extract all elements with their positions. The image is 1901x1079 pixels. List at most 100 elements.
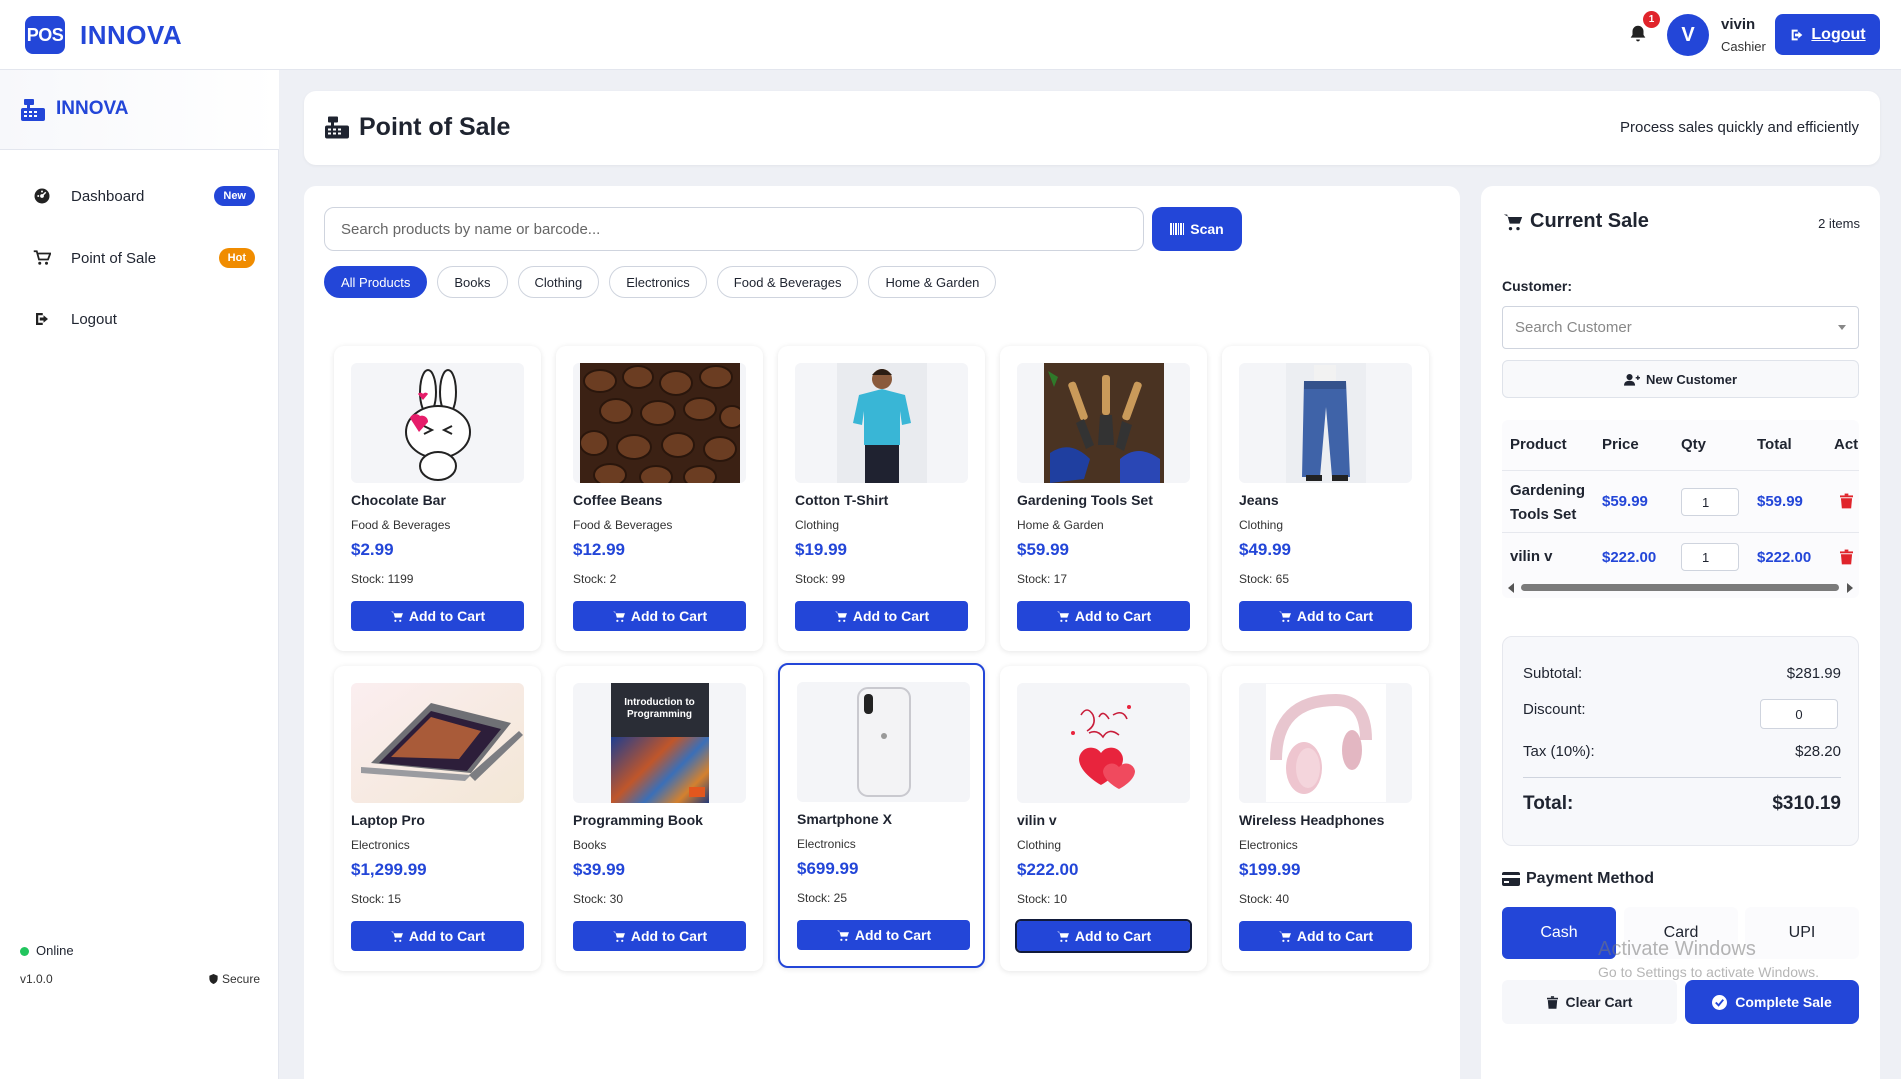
sidebar-item-label: Logout [71,310,117,328]
complete-sale-button[interactable]: Complete Sale [1685,980,1859,1024]
total-row: Total: $310.19 [1523,793,1841,815]
sidebar-item-label: Dashboard [71,187,145,205]
category-chip-books[interactable]: Books [437,266,508,298]
product-category: Books [573,838,607,852]
product-card[interactable]: Laptop Pro Electronics $1,299.99 Stock: … [334,666,541,971]
add-to-cart-button[interactable]: Add to Cart [573,921,746,951]
product-category: Clothing [1017,838,1062,852]
cart-item-count: 2 items [1818,216,1860,231]
app-name: INNOVA [80,20,183,50]
cart-row: vilin v $222.00 1 $222.00 [1502,532,1859,580]
customer-select-placeholder: Search Customer [1515,319,1632,336]
secure-label: Secure [222,972,261,986]
add-to-cart-button[interactable]: Add to Cart [1017,601,1190,631]
cart-product-name: vilin v [1510,548,1553,565]
product-card[interactable]: Gardening Tools Set Home & Garden $59.99… [1000,346,1207,651]
add-to-cart-button[interactable]: Add to Cart [1239,921,1412,951]
subtotal-row: Subtotal: $281.99 [1523,665,1841,682]
product-name: Cotton T-Shirt [795,492,889,508]
category-chip-electronics[interactable]: Electronics [609,266,707,298]
product-card[interactable]: Chocolate Bar Food & Beverages $2.99 Sto… [334,346,541,651]
product-stock: Stock: 15 [351,892,402,906]
cash-register-icon [325,116,349,139]
product-card[interactable]: Jeans Clothing $49.99 Stock: 65 Add to C… [1222,346,1429,651]
column-header-total: Total [1757,436,1792,453]
tshirt-model-image [836,363,927,483]
tax-value: $28.20 [1795,743,1841,760]
cart-icon [1056,611,1069,622]
trash-icon[interactable] [1840,549,1853,565]
payment-upi-button[interactable]: UPI [1745,907,1859,959]
horizontal-scrollbar[interactable] [1507,582,1854,593]
scan-button[interactable]: Scan [1152,207,1242,251]
category-filter: All Products Books Clothing Electronics … [324,266,997,298]
product-search-input[interactable] [324,207,1144,251]
column-header-product: Product [1510,436,1567,453]
clear-cart-button[interactable]: Clear Cart [1502,980,1677,1024]
scroll-left-icon[interactable] [1507,583,1515,593]
clear-cart-label: Clear Cart [1565,994,1633,1010]
payment-method-title: Payment Method [1502,870,1654,888]
cart-icon [1278,611,1291,622]
product-category: Food & Beverages [573,518,673,532]
cart-product-name: Gardening Tools Set [1510,482,1586,523]
trash-icon[interactable] [1840,493,1853,509]
add-to-cart-button[interactable]: Add to Cart [795,601,968,631]
sidebar-item-label: Point of Sale [71,249,157,267]
add-to-cart-button[interactable]: Add to Cart [797,920,970,950]
product-name: Gardening Tools Set [1017,492,1153,508]
complete-sale-label: Complete Sale [1735,994,1832,1010]
quantity-input[interactable]: 1 [1681,488,1739,516]
total-label: Total: [1523,793,1574,814]
customer-select[interactable]: Search Customer [1502,306,1859,349]
quantity-input[interactable]: 1 [1681,543,1739,571]
user-role: Cashier [1721,39,1766,54]
product-category: Clothing [1239,518,1284,532]
category-chip-home-garden[interactable]: Home & Garden [868,266,997,298]
sidebar-item-dashboard[interactable]: Dashboard New [25,174,255,218]
logout-icon [1792,29,1803,40]
scroll-right-icon[interactable] [1846,583,1854,593]
current-sale-panel: Current Sale 2 items Customer: Search Cu… [1481,186,1880,1079]
category-chip-all[interactable]: All Products [324,266,428,298]
product-card[interactable]: Smartphone X Electronics $699.99 Stock: … [778,663,985,968]
product-card[interactable]: vilin v Clothing $222.00 Stock: 10 Add t… [1000,666,1207,971]
add-to-cart-button[interactable]: Add to Cart [1239,601,1412,631]
logout-button[interactable]: Logout [1775,14,1880,55]
avatar[interactable]: V [1667,14,1709,56]
product-price: $199.99 [1239,860,1301,879]
product-image [1239,363,1412,483]
trash-icon [1546,995,1558,1009]
category-chip-clothing[interactable]: Clothing [517,266,600,298]
scrollbar-thumb[interactable] [1521,584,1839,591]
product-category: Electronics [351,838,410,852]
add-to-cart-label: Add to Cart [854,927,932,943]
product-card[interactable]: Cotton T-Shirt Clothing $19.99 Stock: 99… [778,346,985,651]
discount-input[interactable]: 0 [1760,699,1838,729]
product-card[interactable]: Wireless Headphones Electronics $199.99 … [1222,666,1429,971]
sidebar-item-logout[interactable]: Logout [25,297,255,341]
tax-row: Tax (10%): $28.20 [1523,743,1841,760]
product-price: $2.99 [351,540,394,559]
add-to-cart-button[interactable]: Add to Cart [1015,919,1192,953]
add-to-cart-button[interactable]: Add to Cart [573,601,746,631]
sidebar-item-point-of-sale[interactable]: Point of Sale Hot [25,236,255,280]
cart-product-price: $59.99 [1602,493,1648,510]
new-customer-button[interactable]: New Customer [1502,360,1859,398]
product-card[interactable]: Introduction to Programming Programming … [556,666,763,971]
sidebar-brand-name: INNOVA [56,98,129,119]
product-card[interactable]: Coffee Beans Food & Beverages $12.99 Sto… [556,346,763,651]
user-name: vivin [1721,16,1756,33]
page-header: Point of Sale Process sales quickly and … [304,91,1880,165]
add-to-cart-button[interactable]: Add to Cart [351,921,524,951]
product-stock: Stock: 25 [797,891,848,905]
cart-icon [612,931,625,942]
bunny-sticker-image [404,369,471,481]
new-customer-label: New Customer [1645,371,1738,387]
add-to-cart-button[interactable]: Add to Cart [351,601,524,631]
product-image [351,363,524,483]
category-chip-food-beverages[interactable]: Food & Beverages [716,266,859,298]
shield-icon [209,973,218,985]
coffee-beans-image [579,363,740,483]
products-panel: Scan All Products Books Clothing Electro… [304,186,1460,1079]
